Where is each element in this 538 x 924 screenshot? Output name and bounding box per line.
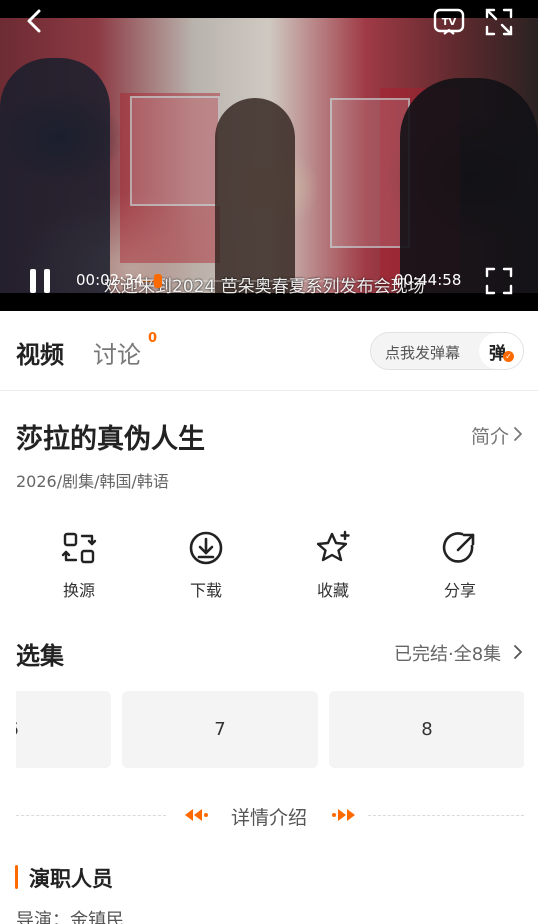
episode-card[interactable]: 6 [16,691,111,768]
danmu-toggle-button[interactable]: 弹 ✓ [479,333,523,369]
duration-time: 00:44:58 [394,271,462,289]
episode-card[interactable]: 8 [329,691,524,768]
current-time: 00:02:34 [76,271,144,289]
video-frame[interactable] [0,18,538,293]
cast-title: 演职人员 [29,867,113,891]
favorite-button[interactable]: 收藏 [298,530,368,605]
show-title: 莎拉的真伪人生 [16,424,205,455]
chevron-right-icon[interactable] [512,644,524,660]
video-scene-figure [0,58,110,293]
video-scene-display-case [330,98,410,248]
switch-source-icon [61,532,97,564]
danmu-toggle-label: 弹 [489,344,506,364]
episode-list[interactable]: 6 7 8 [16,691,524,768]
double-arrow-left-icon [185,809,208,821]
details-divider-label: 详情介绍 [231,807,308,829]
cast-director: 导演：金镇民 [16,910,124,924]
danmu-bar[interactable]: 点我发弹幕 弹 ✓ [370,332,524,370]
show-meta: 2026/剧集/韩国/韩语 [16,472,169,491]
fullscreen-icon[interactable] [485,267,513,295]
expand-icon[interactable] [484,7,514,37]
divider-line [368,815,524,816]
danmu-input[interactable]: 点我发弹幕 [385,342,460,363]
download-label: 下载 [189,581,222,600]
progress-thumb[interactable] [154,274,162,288]
share-icon [442,532,475,563]
discussion-count-badge: 0 [148,331,158,346]
video-subtitle: 欢迎来到2024 芭朵奥春夏系列发布会现场 [104,277,425,297]
video-scene-figure [215,98,295,293]
divider-line [16,815,166,816]
video-player[interactable]: TV 欢迎来到2024 芭朵奥春夏系列发布会现场 00:02:34 00:44:… [0,0,538,311]
download-icon [189,531,223,565]
tab-discussion[interactable]: 讨论 [93,335,141,370]
double-arrow-right-icon [332,809,355,821]
video-scene-display-case [130,96,220,206]
switch-source-label: 换源 [62,581,95,600]
chevron-left-icon[interactable] [20,6,48,36]
svg-text:TV: TV [442,17,457,28]
tv-cast-icon[interactable]: TV [432,6,466,38]
episodes-title: 选集 [16,642,64,670]
section-accent-bar [15,865,18,889]
content-tabs: 视频 讨论 0 点我发弹幕 弹 ✓ [0,311,538,391]
favorite-label: 收藏 [316,581,349,600]
episode-card[interactable]: 7 [122,691,318,768]
episodes-status[interactable]: 已完结·全8集 [394,640,501,666]
switch-source-button[interactable]: 换源 [44,530,114,605]
video-scene-figure [400,78,538,293]
share-button[interactable]: 分享 [425,530,495,605]
tab-video[interactable]: 视频 [16,335,64,370]
intro-link[interactable]: 简介 [471,422,509,449]
check-icon: ✓ [503,351,514,362]
share-label: 分享 [443,581,476,600]
pause-icon[interactable] [26,266,54,296]
chevron-right-icon[interactable] [512,426,524,442]
star-icon [316,530,350,562]
download-button[interactable]: 下载 [171,530,241,605]
